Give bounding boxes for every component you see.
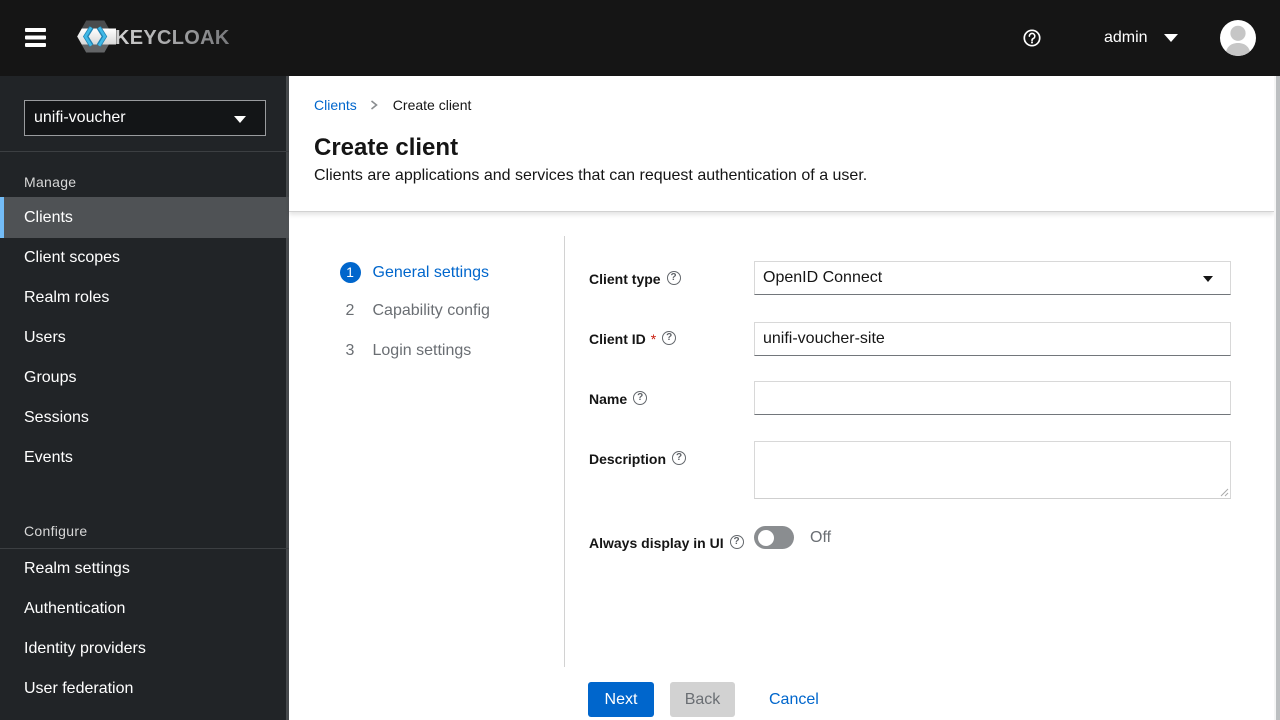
svg-text:KEYCLOAK: KEYCLOAK — [115, 27, 230, 49]
